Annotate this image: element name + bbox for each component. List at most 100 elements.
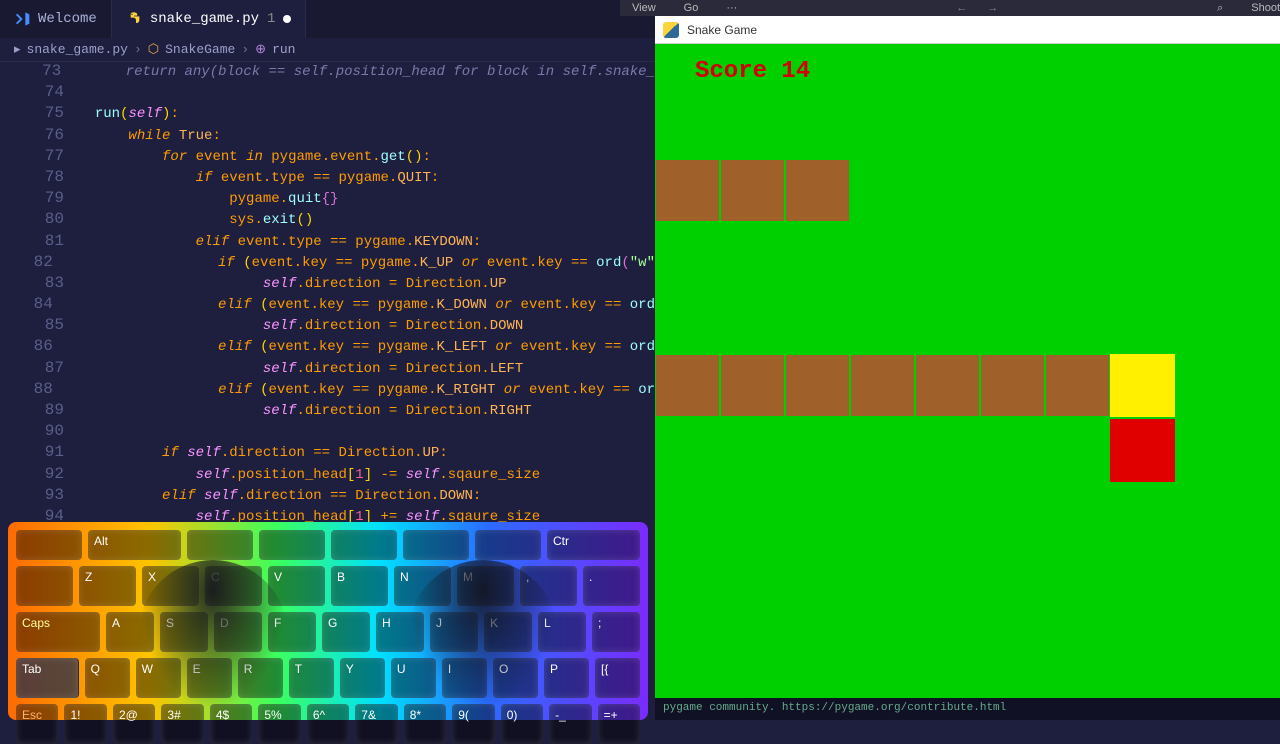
line-number: 77 [20, 147, 78, 165]
keyboard-key: . [583, 566, 640, 606]
terminal-output[interactable]: pygame community. https://pygame.org/con… [655, 698, 1280, 720]
hand-silhouette [138, 560, 288, 710]
keyboard-key: Q [85, 658, 130, 698]
code-line[interactable]: 85 self.direction = Direction.DOWN [20, 316, 655, 337]
python-icon: ▸ [14, 42, 21, 57]
breadcrumb-class[interactable]: SnakeGame [165, 42, 235, 57]
snake-segment [655, 354, 720, 417]
menu-shoot[interactable]: Shoot [1251, 2, 1280, 14]
code-line[interactable]: 84 elif (event.key == pygame.K_DOWN or e… [20, 295, 655, 316]
chevron-right-icon: › [241, 42, 249, 57]
python-icon [126, 11, 142, 27]
code-line[interactable]: 94 self.position_head[1] += self.sqaure_… [20, 507, 655, 522]
nav-back-icon[interactable]: ← [956, 2, 967, 14]
line-number: 78 [20, 168, 78, 186]
keyboard-key: 6^ [307, 704, 349, 744]
keyboard-key [16, 530, 82, 560]
line-number: 75 [20, 104, 78, 122]
code-line[interactable]: 86 elif (event.key == pygame.K_LEFT or e… [20, 337, 655, 358]
line-number: 85 [20, 316, 78, 334]
code-line[interactable]: 73 return any(block == self.position_hea… [20, 62, 655, 83]
keyboard-key: Tab [16, 658, 79, 698]
keyboard-key [187, 530, 253, 560]
line-number: 86 [20, 337, 67, 355]
code-line[interactable]: 76 while True: [20, 126, 655, 147]
code-editor[interactable]: 73 return any(block == self.position_hea… [0, 62, 655, 522]
modified-indicator-icon [283, 15, 291, 23]
chevron-right-icon: › [134, 42, 142, 57]
line-number: 89 [20, 401, 78, 419]
line-number: 83 [20, 274, 78, 292]
breadcrumb-method[interactable]: run [272, 42, 295, 57]
tab-suffix: 1 [267, 11, 275, 27]
keyboard-key: 0) [501, 704, 543, 744]
line-number: 74 [20, 83, 78, 101]
tab-label: Welcome [38, 11, 97, 27]
code-line[interactable]: 77 for event in pygame.event.get(): [20, 147, 655, 168]
line-number: 79 [20, 189, 78, 207]
keyboard-key: B [331, 566, 388, 606]
snake-segment [915, 354, 980, 417]
search-icon[interactable]: ⌕ [1217, 2, 1223, 15]
line-number: 82 [20, 253, 67, 271]
line-number: 94 [20, 507, 78, 522]
line-number: 76 [20, 126, 78, 144]
tab-welcome[interactable]: Welcome [0, 0, 112, 38]
code-line[interactable]: 93 elif self.direction == Direction.DOWN… [20, 486, 655, 507]
menu-view[interactable]: View [632, 2, 656, 14]
window-title: Snake Game [687, 23, 757, 37]
code-line[interactable]: 88 elif (event.key == pygame.K_RIGHT or … [20, 380, 655, 401]
game-canvas[interactable]: Score 14 [655, 44, 1280, 700]
code-line[interactable]: 83 self.direction = Direction.UP [20, 274, 655, 295]
line-number: 81 [20, 232, 78, 250]
snake-segment [785, 159, 850, 222]
line-number: 87 [20, 359, 78, 377]
nav-forward-icon[interactable]: → [987, 2, 998, 14]
keyboard-key: 3# [161, 704, 203, 744]
score-value: 14 [781, 58, 810, 85]
line-number: 93 [20, 486, 78, 504]
code-line[interactable]: 82 if (event.key == pygame.K_UP or event… [20, 253, 655, 274]
keyboard-key: G [322, 612, 370, 652]
keyboard-key: 1! [64, 704, 106, 744]
menu-go[interactable]: Go [684, 2, 699, 14]
code-line[interactable]: 89 self.direction = Direction.RIGHT [20, 401, 655, 422]
keyboard-key: 8* [404, 704, 446, 744]
line-number: 84 [20, 295, 67, 313]
keyboard-key [16, 566, 73, 606]
keyboard-key: 4$ [210, 704, 252, 744]
line-number: 73 [20, 62, 75, 80]
code-line[interactable]: 87 self.direction = Direction.LEFT [20, 359, 655, 380]
keyboard-key: 2@ [113, 704, 155, 744]
code-line[interactable]: 90 [20, 422, 655, 443]
keyboard-key [403, 530, 469, 560]
keyboard-key: Z [79, 566, 136, 606]
code-line[interactable]: 79 pygame.quit{} [20, 189, 655, 210]
code-line[interactable]: 81 elif event.type == pygame.KEYDOWN: [20, 232, 655, 253]
window-titlebar[interactable]: Snake Game [655, 16, 1280, 44]
code-line[interactable]: 74 [20, 83, 655, 104]
snake-head [1110, 354, 1175, 417]
keyboard-overlay: AltCtrZXCVBNM,.CapsASDFGHJKL;TabQWERTYUI… [8, 522, 648, 720]
class-icon: ⬡ [148, 42, 159, 57]
keyboard-key [259, 530, 325, 560]
code-line[interactable]: 91 if self.direction == Direction.UP: [20, 443, 655, 464]
snake-segment [850, 354, 915, 417]
tab-snake-game[interactable]: snake_game.py 1 [112, 0, 307, 38]
breadcrumb[interactable]: ▸ snake_game.py › ⬡ SnakeGame › ⊕ run [0, 38, 655, 62]
breadcrumb-file[interactable]: snake_game.py [27, 42, 128, 57]
code-line[interactable]: 78 if event.type == pygame.QUIT: [20, 168, 655, 189]
keyboard-key: 5% [258, 704, 300, 744]
menu-more[interactable]: ··· [726, 2, 737, 14]
snake-segment [785, 354, 850, 417]
line-number: 92 [20, 465, 78, 483]
code-line[interactable]: 75 run(self): [20, 104, 655, 125]
hand-silhouette [408, 560, 558, 710]
code-line[interactable]: 80 sys.exit() [20, 210, 655, 231]
tab-bar: Welcome snake_game.py 1 [0, 0, 655, 38]
code-line[interactable]: 92 self.position_head[1] -= self.sqaure_… [20, 465, 655, 486]
keyboard-key: 9( [452, 704, 494, 744]
keyboard-key: 7& [355, 704, 397, 744]
keyboard-key: =+ [598, 704, 640, 744]
line-number: 90 [20, 422, 78, 440]
